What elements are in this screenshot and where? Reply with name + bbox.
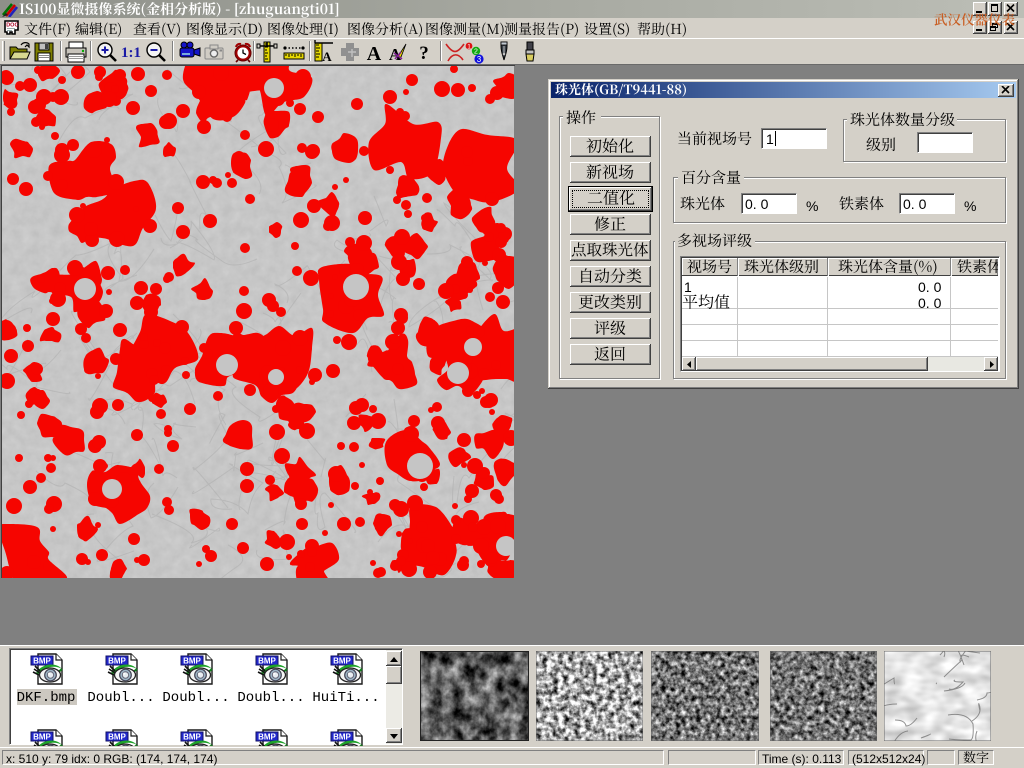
- svg-text:1:1: 1:1: [121, 45, 141, 61]
- svg-text:BMP: BMP: [258, 733, 276, 742]
- svg-text:BMP: BMP: [333, 657, 351, 666]
- svg-text:?: ?: [419, 43, 429, 64]
- svg-text:A: A: [322, 49, 332, 64]
- svg-text:BMP: BMP: [183, 733, 201, 742]
- svg-text:BMP: BMP: [183, 657, 201, 666]
- svg-text:BMP: BMP: [33, 657, 51, 666]
- svg-text:BMP: BMP: [33, 733, 51, 742]
- svg-text:BMP: BMP: [108, 733, 126, 742]
- svg-text:3: 3: [477, 55, 482, 64]
- svg-text:A: A: [367, 43, 382, 64]
- svg-text:DOC: DOC: [6, 23, 18, 29]
- svg-text:BMP: BMP: [108, 657, 126, 666]
- svg-text:BMP: BMP: [333, 733, 351, 742]
- svg-text:BMP: BMP: [258, 657, 276, 666]
- svg-text:1: 1: [467, 43, 471, 50]
